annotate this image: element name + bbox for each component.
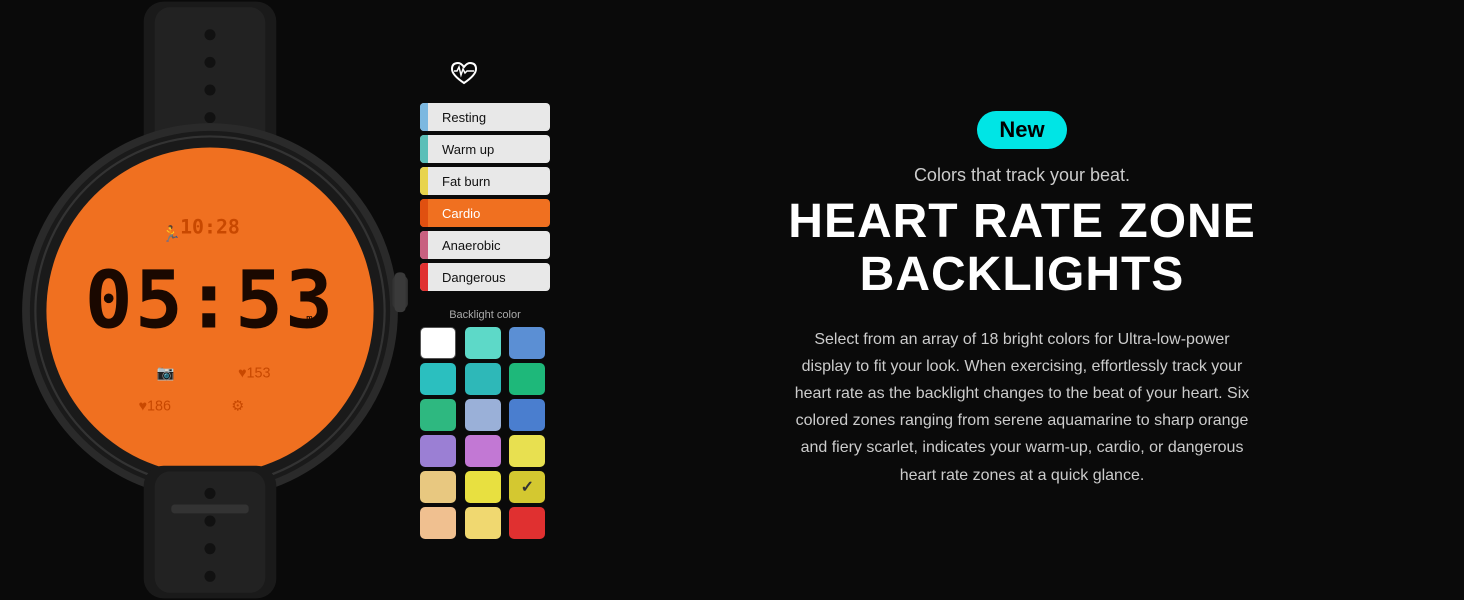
heartrate-icon <box>450 61 478 91</box>
watch-section: 10:28 🏃 05:53 ᵐ 📷 ♥153 ♥186 ⚙ <box>0 0 420 600</box>
palette-section: Backlight color <box>420 309 550 539</box>
color-periwinkle[interactable] <box>465 399 501 431</box>
zones-panel: Resting Warm up Fat burn Cardio Anaerobi… <box>420 61 580 539</box>
color-grid <box>420 327 550 539</box>
page-container: 10:28 🏃 05:53 ᵐ 📷 ♥153 ♥186 ⚙ <box>0 0 1464 600</box>
color-purple[interactable] <box>420 435 456 467</box>
svg-text:10:28: 10:28 <box>180 216 240 239</box>
color-blue-medium[interactable] <box>509 327 545 359</box>
title-line2: BACKLIGHTS <box>860 248 1185 301</box>
color-green2[interactable] <box>420 399 456 431</box>
color-yellow-green[interactable] <box>509 435 545 467</box>
color-white[interactable] <box>420 327 456 359</box>
color-blue2[interactable] <box>509 399 545 431</box>
svg-text:📷: 📷 <box>157 365 175 381</box>
watch-illustration: 10:28 🏃 05:53 ᵐ 📷 ♥153 ♥186 ⚙ <box>0 0 420 600</box>
zone-anaerobic[interactable]: Anaerobic <box>420 231 550 259</box>
color-teal1[interactable] <box>420 363 456 395</box>
color-green[interactable] <box>509 363 545 395</box>
svg-text:♥186: ♥186 <box>138 399 170 415</box>
zone-warmup[interactable]: Warm up <box>420 135 550 163</box>
svg-text:ᵐ: ᵐ <box>304 313 315 333</box>
color-red[interactable] <box>509 507 545 539</box>
description: Select from an array of 18 bright colors… <box>792 326 1252 489</box>
zone-resting[interactable]: Resting <box>420 103 550 131</box>
color-teal2[interactable] <box>465 363 501 395</box>
svg-text:♥153: ♥153 <box>238 365 270 381</box>
svg-text:⚙: ⚙ <box>231 399 244 415</box>
zone-cardio-label: Cardio <box>442 206 480 221</box>
svg-text:🏃: 🏃 <box>162 224 181 243</box>
title-line1: HEART RATE ZONE <box>788 195 1255 248</box>
zone-warmup-label: Warm up <box>442 142 494 157</box>
zone-anaerobic-label: Anaerobic <box>442 238 501 253</box>
color-yellow[interactable] <box>465 471 501 503</box>
zone-dangerous-label: Dangerous <box>442 270 506 285</box>
zone-cardio[interactable]: Cardio <box>420 199 550 227</box>
zone-dangerous[interactable]: Dangerous <box>420 263 550 291</box>
svg-text:05:53: 05:53 <box>85 254 336 347</box>
tagline: Colors that track your beat. <box>914 165 1130 186</box>
main-title: HEART RATE ZONE BACKLIGHTS <box>788 196 1255 302</box>
color-tan[interactable] <box>420 507 456 539</box>
palette-label: Backlight color <box>420 309 550 321</box>
zone-fatburn[interactable]: Fat burn <box>420 167 550 195</box>
right-content: New Colors that track your beat. HEART R… <box>600 91 1464 509</box>
color-violet[interactable] <box>465 435 501 467</box>
color-aqua-light[interactable] <box>465 327 501 359</box>
zone-resting-label: Resting <box>442 110 486 125</box>
color-peach[interactable] <box>420 471 456 503</box>
color-yellow-selected[interactable] <box>509 471 545 503</box>
zone-fatburn-label: Fat burn <box>442 174 490 189</box>
new-badge: New <box>977 111 1066 149</box>
color-gold[interactable] <box>465 507 501 539</box>
